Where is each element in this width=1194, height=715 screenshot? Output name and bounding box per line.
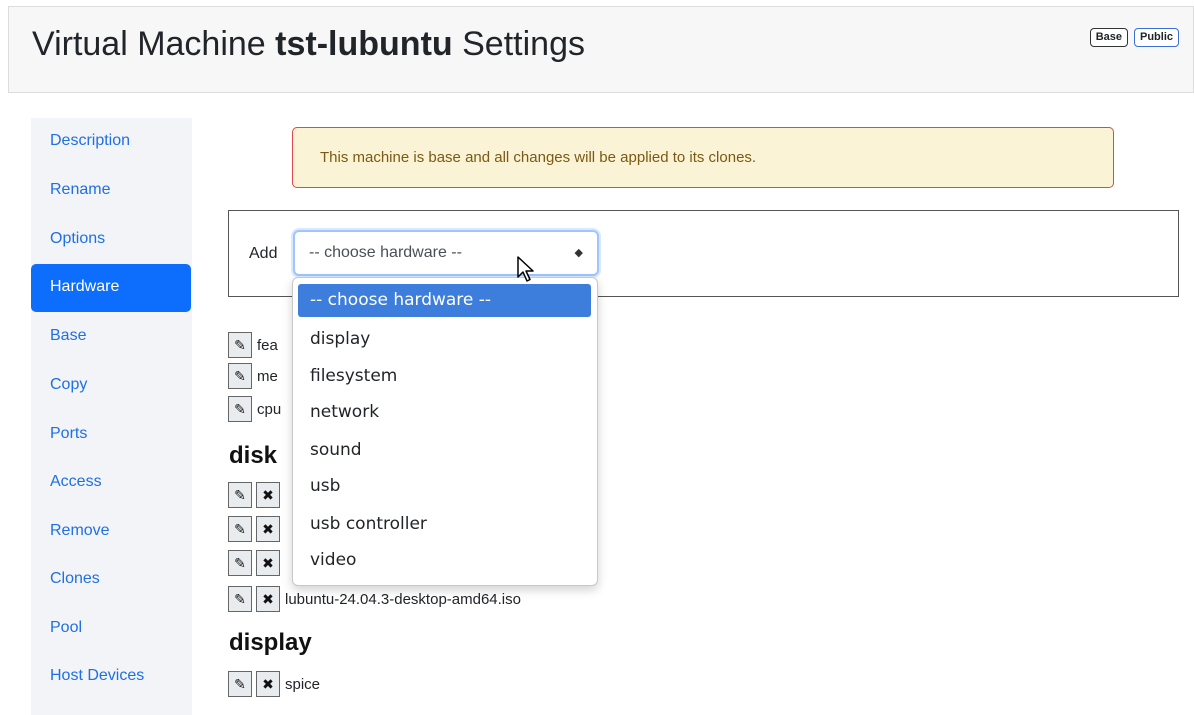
sidebar-item-remove[interactable]: Remove: [31, 508, 191, 556]
row-label: spice: [285, 675, 321, 693]
section-heading-disk: disk: [229, 442, 278, 469]
sidebar-item-host-devices[interactable]: Host Devices: [31, 653, 191, 701]
close-icon[interactable]: ✖: [256, 586, 280, 612]
public-badge: Public: [1133, 28, 1179, 47]
sidebar-item-rename[interactable]: Rename: [31, 167, 191, 215]
dropdown-option[interactable]: network: [298, 396, 591, 429]
dropdown-option[interactable]: usb controller: [298, 508, 591, 541]
dropdown-option[interactable]: usb: [298, 470, 591, 503]
close-icon[interactable]: ✖: [256, 482, 280, 508]
close-icon[interactable]: ✖: [256, 550, 280, 576]
sidebar-item-pool[interactable]: Pool: [31, 605, 191, 653]
pencil-icon[interactable]: ✎: [228, 396, 252, 422]
pencil-icon[interactable]: ✎: [228, 671, 252, 697]
list-item: ✎ fea: [228, 330, 278, 360]
hardware-dropdown-menu: -- choose hardware -- display filesystem…: [292, 277, 598, 586]
table-row: ✎ ✖: [228, 480, 285, 510]
select-value: -- choose hardware --: [309, 244, 462, 261]
dropdown-option[interactable]: filesystem: [298, 360, 591, 393]
sidebar-item-clones[interactable]: Clones: [31, 556, 191, 604]
pencil-icon[interactable]: ✎: [228, 332, 252, 358]
sidebar-item-copy[interactable]: Copy: [31, 362, 191, 410]
list-item: ✎ cpu: [228, 394, 281, 424]
base-warning-alert: This machine is base and all changes wil…: [292, 127, 1114, 188]
sidebar-item-ports[interactable]: Ports: [31, 411, 191, 459]
pencil-icon[interactable]: ✎: [228, 516, 252, 542]
row-label: me: [257, 367, 278, 385]
sidebar-item-access[interactable]: Access: [31, 459, 191, 507]
dropdown-option[interactable]: display: [298, 323, 591, 356]
table-row: ✎ ✖: [228, 548, 285, 578]
pencil-icon[interactable]: ✎: [228, 363, 252, 389]
badge-group: Base Public: [1089, 28, 1179, 47]
table-row: ✎ ✖: [228, 514, 285, 544]
base-badge: Base: [1089, 28, 1128, 47]
mouse-pointer-icon: [517, 256, 534, 282]
close-icon[interactable]: ✖: [256, 516, 280, 542]
add-label: Add: [249, 245, 278, 262]
sidebar-item-description[interactable]: Description: [31, 118, 191, 166]
table-row: ✎ ✖ lubuntu-24.04.3-desktop-amd64.iso: [228, 584, 521, 614]
page-title: Virtual Machine tst-lubuntu Settings: [32, 25, 585, 64]
updown-caret-icon: ◆: [574, 247, 583, 259]
settings-sidebar: Description Rename Options Hardware Base…: [31, 118, 192, 715]
pencil-icon[interactable]: ✎: [228, 586, 252, 612]
dropdown-option[interactable]: -- choose hardware --: [298, 284, 591, 317]
pencil-icon[interactable]: ✎: [228, 550, 252, 576]
vm-name: tst-lubuntu: [275, 25, 453, 63]
hardware-type-select[interactable]: -- choose hardware -- ◆: [293, 230, 599, 276]
table-row: ✎ ✖ spice: [228, 669, 320, 699]
page-header: Virtual Machine tst-lubuntu Settings Bas…: [8, 6, 1194, 93]
sidebar-item-options[interactable]: Options: [31, 216, 191, 264]
row-label: lubuntu-24.04.3-desktop-amd64.iso: [285, 590, 521, 608]
sidebar-item-base[interactable]: Base: [31, 313, 191, 361]
row-label: fea: [257, 336, 278, 354]
dropdown-option[interactable]: sound: [298, 434, 591, 467]
title-suffix: Settings: [462, 25, 585, 63]
section-heading-display: display: [229, 629, 312, 656]
list-item: ✎ me: [228, 361, 278, 391]
title-prefix: Virtual Machine: [32, 25, 266, 63]
pencil-icon[interactable]: ✎: [228, 482, 252, 508]
dropdown-option[interactable]: video: [298, 544, 591, 577]
close-icon[interactable]: ✖: [256, 671, 280, 697]
row-label: cpu: [257, 400, 282, 418]
sidebar-item-hardware[interactable]: Hardware: [31, 264, 191, 312]
